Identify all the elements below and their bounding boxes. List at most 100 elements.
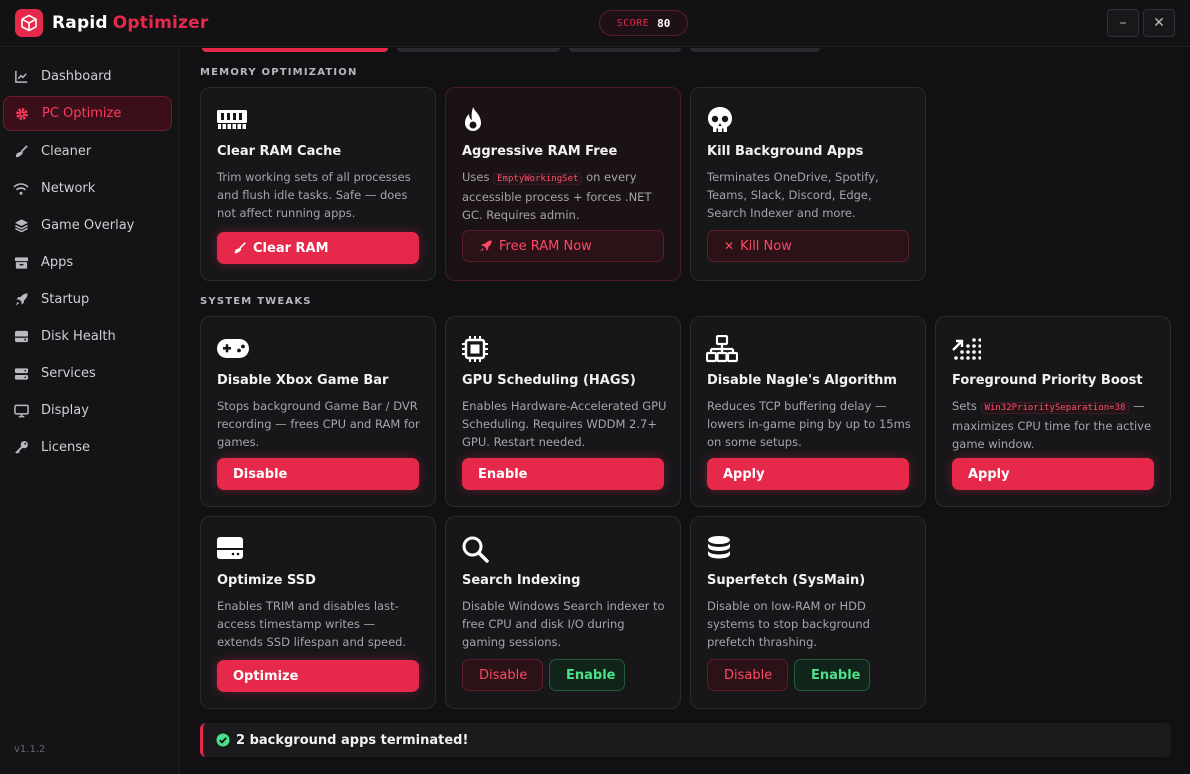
sidebar-item-label: Startup [41, 292, 90, 307]
card-superfetch: Superfetch (SysMain) Disable on low-RAM … [690, 516, 926, 709]
tab-fragment[interactable] [690, 48, 820, 52]
sidebar-item-network[interactable]: Network [3, 171, 172, 206]
score-value: 80 [657, 16, 671, 30]
code-snippet: Win32PrioritySeparation=38 [980, 402, 1130, 414]
hdd-icon [13, 329, 29, 345]
toast-text: 2 background apps terminated! [236, 732, 469, 748]
sidebar-item-label: Network [41, 181, 96, 196]
button-label: Kill Now [740, 238, 792, 254]
box-icon [13, 255, 29, 271]
apply-nagle-button[interactable]: Apply [707, 458, 909, 490]
card-description: Enables TRIM and disables last-access ti… [217, 599, 407, 649]
card-clear-ram-cache: Clear RAM Cache Trim working sets of all… [200, 87, 436, 281]
sidebar-item-license[interactable]: License [3, 430, 172, 465]
minimize-button[interactable]: – [1107, 9, 1139, 37]
card-title: Superfetch (SysMain) [707, 573, 866, 588]
version-label: v1.1.2 [14, 744, 46, 755]
sidebar-item-dashboard[interactable]: Dashboard [3, 59, 172, 94]
section-title-tweaks: SYSTEM TWEAKS [200, 296, 312, 307]
fire-icon [461, 106, 491, 134]
wifi-icon [13, 181, 29, 197]
card-title: Disable Nagle's Algorithm [707, 373, 897, 388]
button-label: Free RAM Now [499, 238, 592, 254]
monitor-icon [13, 403, 29, 419]
sidebar-item-cleaner[interactable]: Cleaner [3, 134, 172, 169]
disable-superfetch-button[interactable]: Disable [707, 659, 788, 691]
cube-logo-icon [15, 9, 43, 37]
app-title: Rapid Optimizer [52, 13, 209, 33]
check-circle-icon [216, 733, 230, 747]
sidebar-item-label: License [41, 440, 91, 455]
skull-icon [706, 106, 736, 134]
card-description: Uses EmptyWorkingSet on every accessible… [462, 170, 652, 222]
close-button[interactable]: ✕ [1143, 9, 1175, 37]
card-title: Aggressive RAM Free [462, 144, 618, 159]
button-label: Enable [566, 667, 616, 683]
sidebar-item-label: Disk Health [41, 329, 116, 344]
x-icon: ✕ [724, 239, 735, 253]
sidebar-item-label: Game Overlay [41, 218, 135, 233]
sidebar-item-label: Cleaner [41, 144, 92, 159]
card-disable-xbox-game-bar: Disable Xbox Game Bar Stops background G… [200, 316, 436, 507]
card-disable-nagle: Disable Nagle's Algorithm Reduces TCP bu… [690, 316, 926, 507]
sidebar-item-label: Apps [41, 255, 74, 270]
tab-fragment[interactable] [397, 48, 560, 52]
priority-icon [951, 335, 982, 363]
card-foreground-priority-boost: Foreground Priority Boost Sets Win32Prio… [935, 316, 1171, 507]
button-label: Apply [968, 466, 1010, 482]
sidebar-item-pc-optimize[interactable]: PC Optimize [3, 96, 172, 131]
sidebar-item-startup[interactable]: Startup [3, 282, 172, 317]
enable-search-indexing-button[interactable]: Enable [549, 659, 625, 691]
card-search-indexing: Search Indexing Disable Windows Search i… [445, 516, 681, 709]
card-optimize-ssd: Optimize SSD Enables TRIM and disables l… [200, 516, 436, 709]
layers-icon [13, 218, 29, 234]
card-description: Reduces TCP buffering delay — lowers in-… [707, 399, 911, 449]
sidebar: Dashboard PC Optimize Cleaner Network Ga… [0, 48, 180, 774]
score-label: SCORE [616, 17, 650, 29]
clear-ram-button[interactable]: Clear RAM [217, 232, 419, 264]
card-gpu-scheduling: GPU Scheduling (HAGS) Enables Hardware-A… [445, 316, 681, 507]
sidebar-item-disk-health[interactable]: Disk Health [3, 319, 172, 354]
rocket-icon [479, 239, 493, 253]
sidebar-item-services[interactable]: Services [3, 356, 172, 391]
tab-fragment[interactable] [202, 48, 388, 52]
card-title: Disable Xbox Game Bar [217, 373, 389, 388]
disable-xbox-game-bar-button[interactable]: Disable [217, 458, 419, 490]
ssd-icon [216, 535, 246, 563]
network-icon [705, 334, 739, 363]
enable-superfetch-button[interactable]: Enable [794, 659, 870, 691]
chip-icon [461, 335, 491, 363]
free-ram-now-button[interactable]: Free RAM Now [462, 230, 664, 262]
sidebar-item-label: Dashboard [41, 69, 112, 84]
tab-fragment[interactable] [569, 48, 681, 52]
database-icon [706, 535, 736, 563]
rocket-icon [13, 292, 29, 308]
server-icon [13, 366, 29, 382]
sidebar-item-apps[interactable]: Apps [3, 245, 172, 280]
card-description: Enables Hardware-Accelerated GPU Schedul… [462, 399, 667, 449]
kill-now-button[interactable]: ✕ Kill Now [707, 230, 909, 262]
apply-priority-boost-button[interactable]: Apply [952, 458, 1154, 490]
sidebar-item-label: Display [41, 403, 89, 418]
card-description: Sets Win32PrioritySeparation=38 — maximi… [952, 399, 1152, 451]
button-label: Enable [811, 667, 861, 683]
button-label: Apply [723, 466, 765, 482]
sidebar-item-game-overlay[interactable]: Game Overlay [3, 208, 172, 243]
disable-search-indexing-button[interactable]: Disable [462, 659, 543, 691]
section-title-memory: MEMORY OPTIMIZATION [200, 67, 358, 78]
memory-icon [216, 106, 247, 134]
enable-gpu-scheduling-button[interactable]: Enable [462, 458, 664, 490]
card-title: Optimize SSD [217, 573, 316, 588]
gamepad-icon [216, 335, 249, 363]
card-title: Foreground Priority Boost [952, 373, 1143, 388]
button-label: Enable [478, 466, 528, 482]
card-title: Search Indexing [462, 573, 581, 588]
card-kill-background-apps: Kill Background Apps Terminates OneDrive… [690, 87, 926, 281]
card-title: GPU Scheduling (HAGS) [462, 373, 636, 388]
button-label: Disable [479, 667, 528, 683]
toast-notification: 2 background apps terminated! [200, 723, 1171, 757]
sidebar-item-display[interactable]: Display [3, 393, 172, 428]
card-title: Kill Background Apps [707, 144, 864, 159]
optimize-ssd-button[interactable]: Optimize [217, 660, 419, 692]
card-description: Terminates OneDrive, Spotify, Teams, Sla… [707, 170, 879, 220]
